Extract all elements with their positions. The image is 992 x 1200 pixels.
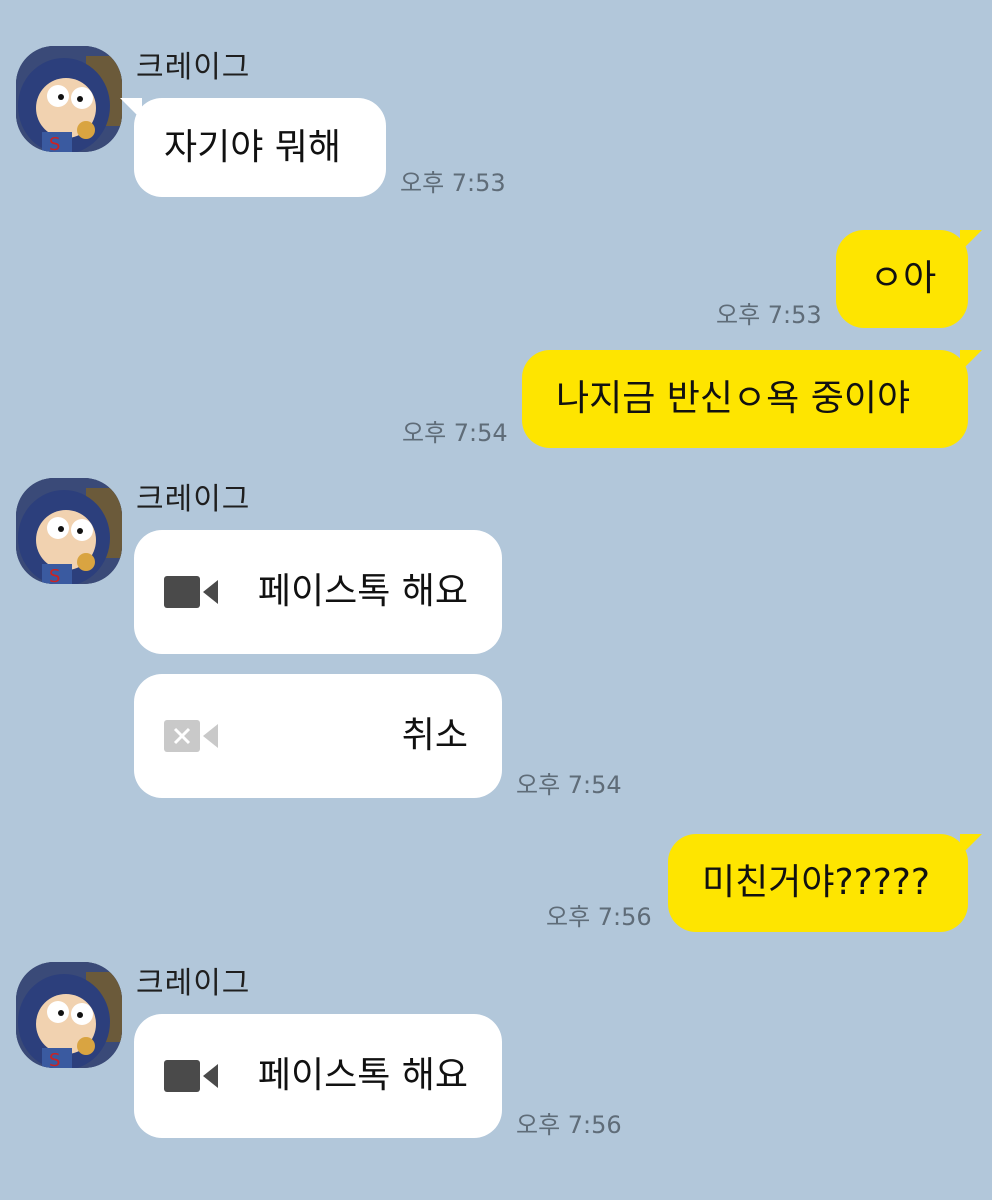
svg-text:S: S	[49, 134, 60, 152]
message-text: 자기야 뭐해	[164, 126, 342, 168]
bubble-tail	[960, 834, 982, 856]
message-time: 오후 7:53	[400, 169, 506, 197]
contact-avatar[interactable]: S	[16, 46, 122, 152]
message-bubble[interactable]: ㅇ아	[836, 230, 982, 328]
facetalk-cancel-bubble[interactable]: 취소	[134, 674, 502, 798]
facetalk-label: 페이스톡 해요	[257, 1055, 468, 1096]
message-time: 오후 7:56	[546, 903, 652, 931]
message-time: 오후 7:54	[516, 771, 622, 799]
video-camera-icon	[164, 576, 218, 608]
message-bubble[interactable]: 자기야 뭐해	[120, 98, 386, 197]
facetalk-label: 페이스톡 해요	[257, 571, 468, 612]
avatar-icon: S	[16, 46, 122, 152]
message-text: 미친거야?????	[702, 862, 931, 903]
message-text: 나지금 반신ㅇ욕 중이야	[556, 378, 911, 419]
bubble-tail	[960, 230, 982, 252]
message-time: 오후 7:56	[516, 1111, 622, 1139]
message-bubble[interactable]: 미친거야?????	[668, 834, 982, 932]
contact-avatar[interactable]: S	[16, 962, 122, 1068]
message-time: 오후 7:54	[402, 419, 508, 447]
bubble-tail	[960, 350, 982, 372]
facetalk-cancel-label: 취소	[401, 715, 468, 756]
facetalk-bubble[interactable]: 페이스톡 해요	[134, 1014, 502, 1138]
contact-avatar[interactable]: S	[16, 478, 122, 584]
facetalk-bubble[interactable]: 페이스톡 해요	[134, 530, 502, 654]
contact-name: 크레이그	[136, 482, 251, 517]
bubble-tail	[120, 98, 142, 120]
avatar-icon: S	[16, 962, 122, 1068]
video-camera-cancel-icon	[164, 720, 218, 752]
contact-name: 크레이그	[136, 50, 251, 85]
message-time: 오후 7:53	[716, 301, 822, 329]
message-bubble[interactable]: 나지금 반신ㅇ욕 중이야	[522, 350, 982, 448]
svg-text:S: S	[49, 566, 60, 584]
svg-text:S: S	[49, 1050, 60, 1068]
video-camera-icon	[164, 1060, 218, 1092]
message-text: ㅇ아	[870, 258, 937, 299]
avatar-icon: S	[16, 478, 122, 584]
contact-name: 크레이그	[136, 966, 251, 1001]
